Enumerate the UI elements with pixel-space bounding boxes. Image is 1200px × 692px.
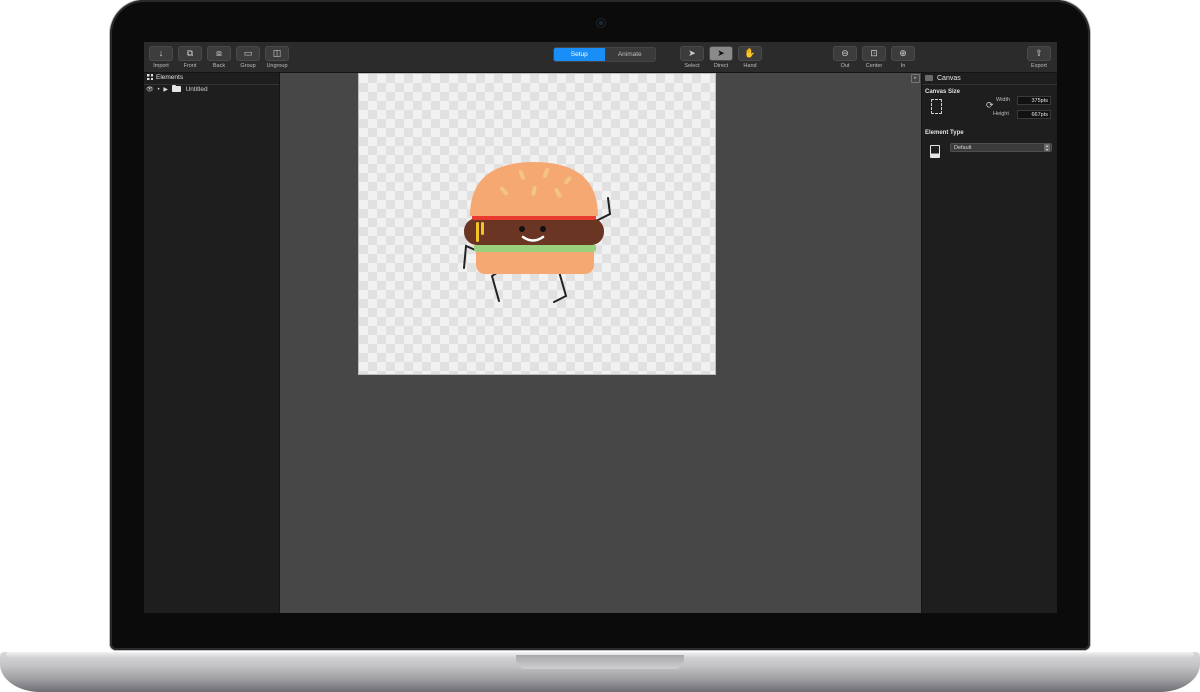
group-button[interactable]: ▭ Group — [235, 46, 261, 69]
zoom-in-button[interactable]: ⊕ In — [890, 46, 916, 69]
collapse-right-panel-icon[interactable]: ▸ — [911, 74, 920, 83]
laptop-notch — [516, 655, 684, 669]
disclosure-triangle-icon[interactable]: ▶ — [163, 85, 168, 95]
arrow-cursor-icon: ➤ — [680, 46, 704, 61]
canvas-size-heading: Canvas Size — [925, 89, 961, 95]
elements-panel: Elements 👁 • ▶ Untitled — [144, 73, 280, 613]
ungroup-button[interactable]: ◫ Ungroup — [264, 46, 290, 69]
list-item[interactable]: 👁 • ▶ Untitled — [144, 84, 279, 95]
inspector-panel: ▸ Canvas Canvas Size ⟳ Width 375pts Heig… — [911, 73, 1057, 613]
zoom-in-icon: ⊕ — [891, 46, 915, 61]
import-button[interactable]: ↓ Import — [148, 46, 174, 69]
hand-icon: ✋ — [738, 46, 762, 61]
mode-segmented-control: Setup Animate — [553, 47, 656, 62]
center-icon: ⊡ — [862, 46, 886, 61]
dot-icon: • — [157, 87, 160, 93]
left-eye — [519, 226, 525, 232]
height-field[interactable]: 667pts — [1017, 110, 1051, 119]
export-button[interactable]: ⇪ Export — [1026, 46, 1052, 69]
element-type-heading: Element Type — [925, 130, 964, 136]
mustard-drip — [476, 222, 479, 242]
app-window: ↓ Import ⧉ Front ⧈ Back ▭ Group ◫ Ungrou… — [144, 42, 1057, 613]
folder-icon — [171, 84, 181, 92]
inspector-title: Canvas — [937, 75, 961, 82]
inspector-header: Canvas — [922, 73, 1057, 85]
direct-select-icon: ➤ — [709, 46, 733, 61]
link-proportions-icon[interactable]: ⟳ — [986, 100, 994, 111]
canvas-area[interactable] — [280, 73, 921, 613]
right-eye — [540, 226, 546, 232]
width-field[interactable]: 375pts — [1017, 96, 1051, 105]
center-button[interactable]: ⊡ Center — [861, 46, 887, 69]
toolbar: ↓ Import ⧉ Front ⧈ Back ▭ Group ◫ Ungrou… — [144, 42, 1057, 73]
grid-icon — [147, 74, 153, 80]
canvas-icon — [925, 75, 933, 81]
bring-front-icon: ⧉ — [178, 46, 202, 61]
height-label: Height — [993, 111, 1009, 117]
tab-animate[interactable]: Animate — [605, 48, 656, 61]
camera — [597, 19, 605, 27]
folder-icon: ▭ — [236, 46, 260, 61]
mustard-drip — [481, 222, 484, 235]
hand-tool-button[interactable]: ✋ Hand — [737, 46, 763, 69]
back-button[interactable]: ⧈ Back — [206, 46, 232, 69]
select-tool-button[interactable]: ➤ Select — [679, 46, 705, 69]
device-type-icon — [930, 145, 940, 158]
bottom-bun — [476, 252, 594, 274]
arrow-down-icon: ↓ — [149, 46, 173, 61]
list-item-label: Untitled — [185, 86, 208, 93]
send-back-icon: ⧈ — [207, 46, 231, 61]
lettuce — [474, 244, 596, 252]
element-type-select[interactable]: Default ▴ ▾ — [950, 143, 1052, 152]
zoom-out-button[interactable]: ⊖ Out — [832, 46, 858, 69]
eye-icon[interactable]: 👁 — [146, 85, 154, 95]
elements-panel-title: Elements — [156, 74, 184, 81]
ungroup-icon: ◫ — [265, 46, 289, 61]
share-icon: ⇪ — [1027, 46, 1051, 61]
artboard[interactable] — [358, 73, 716, 375]
elements-panel-header: Elements — [144, 73, 279, 85]
tab-setup[interactable]: Setup — [554, 48, 605, 61]
width-label: Width — [996, 97, 1011, 103]
element-type-value: Default — [954, 145, 972, 151]
front-button[interactable]: ⧉ Front — [177, 46, 203, 69]
stepper-chevron-icon: ▴ ▾ — [1044, 143, 1050, 152]
burger-character-illustration[interactable] — [444, 156, 634, 306]
device-outline-icon — [931, 99, 942, 114]
zoom-out-icon: ⊖ — [833, 46, 857, 61]
direct-tool-button[interactable]: ➤ Direct — [708, 46, 734, 69]
